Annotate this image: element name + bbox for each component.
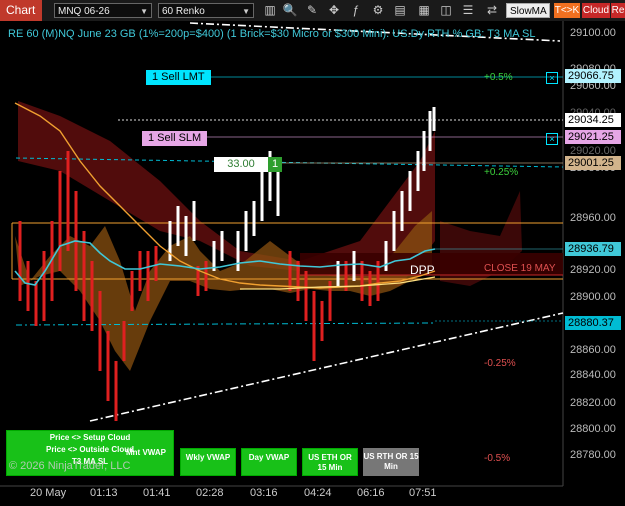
camera-icon[interactable]: ◫ [438,2,454,18]
price-tick: 28780.00 [570,449,616,461]
position-pnl[interactable]: 33.00 [214,157,268,172]
pct-label: -0.25% [484,358,516,369]
chevron-down-icon: ▼ [242,7,250,16]
price-tick: 29100.00 [570,27,616,39]
last-price-label: 29034.25 [565,113,621,127]
slow-ma-selector[interactable]: SlowMA [506,3,550,18]
zoom-icon[interactable]: 🔍 [282,2,298,18]
cloud-button[interactable]: Cloud [582,3,610,18]
price-tick: 28920.00 [570,264,616,276]
indicator-icon[interactable]: ƒ [348,2,364,18]
instrument-selector[interactable]: MNQ 06-26 ▼ [54,3,152,18]
pct-label: -0.5% [484,453,511,464]
price-tick: 28800.00 [570,423,616,435]
chart-toolbar: Chart MNQ 06-26 ▼ 60 Renko ▼ ▥ 🔍 ✎ ✥ ƒ ⚙… [0,0,625,22]
pct-label: +0.25% [484,167,519,178]
us-eth-or-button[interactable]: US ETH OR 15 Min [302,448,358,476]
price-tick: 28960.00 [570,212,616,224]
sell-lmt-price-label: 29066.75 [565,69,621,83]
template-icon[interactable]: ▤ [392,2,408,18]
wkly-vwap-button[interactable]: Wkly VWAP [180,448,236,476]
time-tick: 03:16 [250,487,278,499]
close-label: CLOSE 19 MAY [484,263,556,274]
strategy-icon[interactable]: ⚙ [370,2,386,18]
mnt-vwap-button[interactable]: Mnt VWAP [126,448,166,457]
setup-cloud-status: Price <> Setup Cloud [49,433,131,442]
close-icon[interactable]: × [546,72,558,84]
bar-type-value: 60 Renko [162,6,205,17]
price-tick: 28860.00 [570,344,616,356]
position-price-label: 29001.25 [565,156,621,170]
copyright-text: © 2026 NinjaTrader, LLC [9,460,131,472]
time-tick: 02:28 [196,487,224,499]
bar-type-selector[interactable]: 60 Renko ▼ [158,3,254,18]
time-tick: 20 May [30,487,67,499]
time-tick: 06:16 [357,487,385,499]
chevron-down-icon: ▼ [140,7,148,16]
crosshair-icon[interactable]: ✥ [326,2,342,18]
layout-icon[interactable]: ▦ [416,2,432,18]
drawing-tool-icon[interactable]: ✎ [304,2,320,18]
tck-button[interactable]: T<>K [554,3,580,18]
low-price-label: 28880.37 [565,316,621,330]
day-vwap-button[interactable]: Day VWAP [241,448,297,476]
re-button[interactable]: Re [611,3,625,18]
time-tick: 01:41 [143,487,171,499]
dpp-label: DPP [410,263,435,277]
instrument-value: MNQ 06-26 [58,6,110,17]
price-tick: 28900.00 [570,291,616,303]
time-tick: 07:51 [409,487,437,499]
sell-lmt-order[interactable]: 1 Sell LMT [146,70,211,85]
time-tick: 01:13 [90,487,118,499]
price-tick: 28840.00 [570,369,616,381]
price-tick: 28820.00 [570,397,616,409]
time-tick: 04:24 [304,487,332,499]
pct-label: +0.5% [484,72,513,83]
sell-slm-order[interactable]: 1 Sell SLM [142,131,208,146]
us-rth-or-button[interactable]: US RTH OR 15 Min [363,448,419,476]
chart-title: RE 60 (M)NQ June 23 GB (1%=200p=$400) (1… [8,28,536,40]
ma-price-label: 28936.79 [565,242,621,256]
close-icon[interactable]: × [546,133,558,145]
position-quantity[interactable]: 1 [268,157,282,172]
properties-icon[interactable]: ☰ [460,2,476,18]
share-icon[interactable]: ⇄ [484,2,500,18]
sell-slm-price-label: 29021.25 [565,130,621,144]
bars-icon[interactable]: ▥ [262,2,278,18]
chart-tab[interactable]: Chart [0,0,42,21]
slow-ma-value: SlowMA [510,6,547,17]
